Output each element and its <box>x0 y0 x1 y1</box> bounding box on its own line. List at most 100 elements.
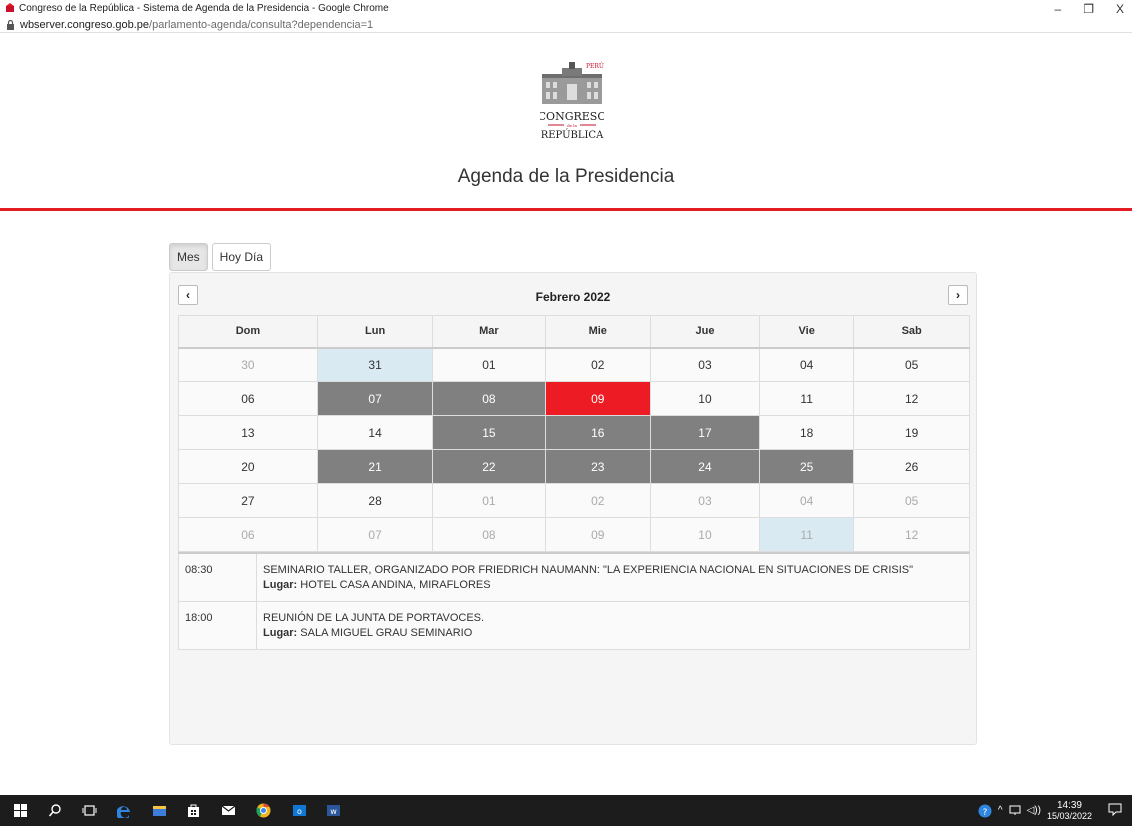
calendar-day-cell[interactable]: 03 <box>650 347 760 382</box>
calendar-day-cell[interactable]: 24 <box>650 449 760 484</box>
event-location: SALA MIGUEL GRAU SEMINARIO <box>300 627 473 639</box>
windows-taskbar: o w ? ^ ◁)) 14:39 15/03/2022 <box>0 795 1132 826</box>
event-location: HOTEL CASA ANDINA, MIRAFLORES <box>300 579 491 591</box>
calendar-day-cell[interactable]: 07 <box>316 517 434 552</box>
edge-icon[interactable] <box>117 803 132 818</box>
calendar-day-cell[interactable]: 28 <box>316 483 434 518</box>
calendar-day-cell[interactable]: 12 <box>853 517 970 552</box>
calendar-day-cell[interactable]: 09 <box>544 517 652 552</box>
calendar-day-cell[interactable]: 06 <box>178 517 318 552</box>
event-location-label: Lugar: <box>263 579 298 591</box>
chevron-up-icon[interactable]: ^ <box>998 805 1003 816</box>
event-time: 18:00 <box>178 601 257 650</box>
windows-start-icon[interactable] <box>13 803 28 818</box>
congreso-favicon-icon <box>6 3 14 12</box>
calendar-day-cell[interactable]: 04 <box>758 347 855 382</box>
calendar-day-cell[interactable]: 11 <box>758 517 855 552</box>
weekday-header: Mar <box>432 315 546 349</box>
search-icon[interactable] <box>48 803 63 818</box>
weekday-header: Dom <box>178 315 318 349</box>
calendar-day-cell[interactable]: 19 <box>853 415 970 450</box>
calendar-day-cell[interactable]: 16 <box>544 415 652 450</box>
file-explorer-icon[interactable] <box>152 803 167 818</box>
taskbar-clock[interactable]: 14:39 15/03/2022 <box>1047 800 1092 822</box>
calendar-day-cell[interactable]: 06 <box>178 381 318 416</box>
system-tray: ? ^ ◁)) 14:39 15/03/2022 <box>978 795 1092 826</box>
calendar-day-cell[interactable]: 26 <box>853 449 970 484</box>
calendar-day-cell[interactable]: 03 <box>650 483 760 518</box>
event-title: SEMINARIO TALLER, ORGANIZADO POR FRIEDRI… <box>263 564 914 576</box>
window-title: Congreso de la República - Sistema de Ag… <box>19 2 389 14</box>
calendar-day-cell[interactable]: 27 <box>178 483 318 518</box>
weekday-header: Vie <box>758 315 855 349</box>
calendar-day-cell[interactable]: 10 <box>650 517 760 552</box>
clock-time: 14:39 <box>1056 799 1082 811</box>
calendar-day-cell[interactable]: 13 <box>178 415 318 450</box>
restore-button[interactable]: ❐ <box>1083 2 1094 16</box>
next-month-button[interactable]: › <box>948 285 968 305</box>
calendar-day-cell[interactable]: 07 <box>316 381 434 416</box>
calendar-day-cell[interactable]: 02 <box>544 347 652 382</box>
svg-text:REPÚBLICA: REPÚBLICA <box>541 129 604 141</box>
word-icon[interactable]: w <box>326 803 341 818</box>
calendar-day-cell[interactable]: 04 <box>758 483 855 518</box>
calendar-day-cell[interactable]: 08 <box>432 381 546 416</box>
calendar-day-cell[interactable]: 09 <box>544 381 652 416</box>
calendar-day-cell[interactable]: 02 <box>544 483 652 518</box>
calendar-day-cell[interactable]: 01 <box>432 483 546 518</box>
help-icon[interactable]: ? <box>978 804 992 818</box>
calendar-day-cell[interactable]: 23 <box>544 449 652 484</box>
calendar-day-cell[interactable]: 12 <box>853 381 970 416</box>
event-title: REUNIÓN DE LA JUNTA DE PORTAVOCES. <box>263 612 485 624</box>
calendar-day-cell[interactable]: 22 <box>432 449 546 484</box>
calendar-day-cell[interactable]: 05 <box>853 483 970 518</box>
svg-text:CONGRESO: CONGRESO <box>540 110 604 123</box>
close-button[interactable]: X <box>1116 2 1124 16</box>
calendar-week-row: 20 21 22 23 24 25 26 <box>178 449 970 484</box>
event-row[interactable]: 08:30 SEMINARIO TALLER, ORGANIZADO POR F… <box>178 552 970 602</box>
store-icon[interactable] <box>186 803 201 818</box>
calendar-day-cell[interactable]: 10 <box>650 381 760 416</box>
url-path: /parlamento-agenda/consulta?dependencia=… <box>149 18 374 31</box>
outlook-icon[interactable]: o <box>292 803 307 818</box>
minimize-button[interactable]: – <box>1055 2 1062 16</box>
volume-icon[interactable]: ◁)) <box>1027 805 1041 816</box>
calendar-panel: ‹ Febrero 2022 › Dom Lun Mar Mie Jue Vie… <box>169 272 977 745</box>
calendar-day-cell[interactable]: 15 <box>432 415 546 450</box>
calendar-day-cell[interactable]: 01 <box>432 347 546 382</box>
svg-text:?: ? <box>983 808 988 818</box>
clock-date: 15/03/2022 <box>1046 810 1092 821</box>
calendar-day-cell[interactable]: 14 <box>316 415 434 450</box>
calendar-day-cell[interactable]: 30 <box>178 347 318 382</box>
calendar-day-cell[interactable]: 20 <box>178 449 318 484</box>
calendar-day-cell[interactable]: 05 <box>853 347 970 382</box>
calendar-day-cell[interactable]: 18 <box>758 415 855 450</box>
calendar-day-cell[interactable]: 17 <box>650 415 760 450</box>
svg-text:PERÚ: PERÚ <box>586 62 604 70</box>
window-title-row: Congreso de la República - Sistema de Ag… <box>0 0 1132 16</box>
view-tabs: Mes Hoy Día <box>169 243 272 271</box>
mail-icon[interactable] <box>221 803 236 818</box>
month-title: Febrero 2022 <box>535 290 611 304</box>
calendar-day-cell[interactable]: 31 <box>316 347 434 382</box>
svg-text:o: o <box>297 807 302 816</box>
task-view-icon[interactable] <box>82 803 97 818</box>
svg-text:de la: de la <box>567 123 577 128</box>
tab-mes[interactable]: Mes <box>169 243 208 271</box>
weekday-header-row: Dom Lun Mar Mie Jue Vie Sab <box>178 315 970 349</box>
congreso-logo: PERÚ CONGRESO de la REPÚBLICA <box>540 62 604 141</box>
calendar-day-cell[interactable]: 25 <box>758 449 855 484</box>
notification-icon[interactable] <box>1108 803 1122 816</box>
event-row[interactable]: 18:00 REUNIÓN DE LA JUNTA DE PORTAVOCES.… <box>178 601 970 650</box>
calendar-day-cell[interactable]: 21 <box>316 449 434 484</box>
weekday-header: Lun <box>316 315 434 349</box>
tab-hoy-dia[interactable]: Hoy Día <box>211 243 272 271</box>
calendar-week-row: 30 31 01 02 03 04 05 <box>178 347 970 382</box>
network-icon[interactable] <box>1009 805 1021 816</box>
address-bar[interactable]: wbserver.congreso.gob.pe/parlamento-agen… <box>0 16 1132 33</box>
calendar-day-cell[interactable]: 08 <box>432 517 546 552</box>
calendar-day-cell[interactable]: 11 <box>758 381 855 416</box>
chrome-icon[interactable] <box>256 803 271 818</box>
event-time: 08:30 <box>178 552 257 602</box>
chevron-right-icon: › <box>956 288 960 302</box>
